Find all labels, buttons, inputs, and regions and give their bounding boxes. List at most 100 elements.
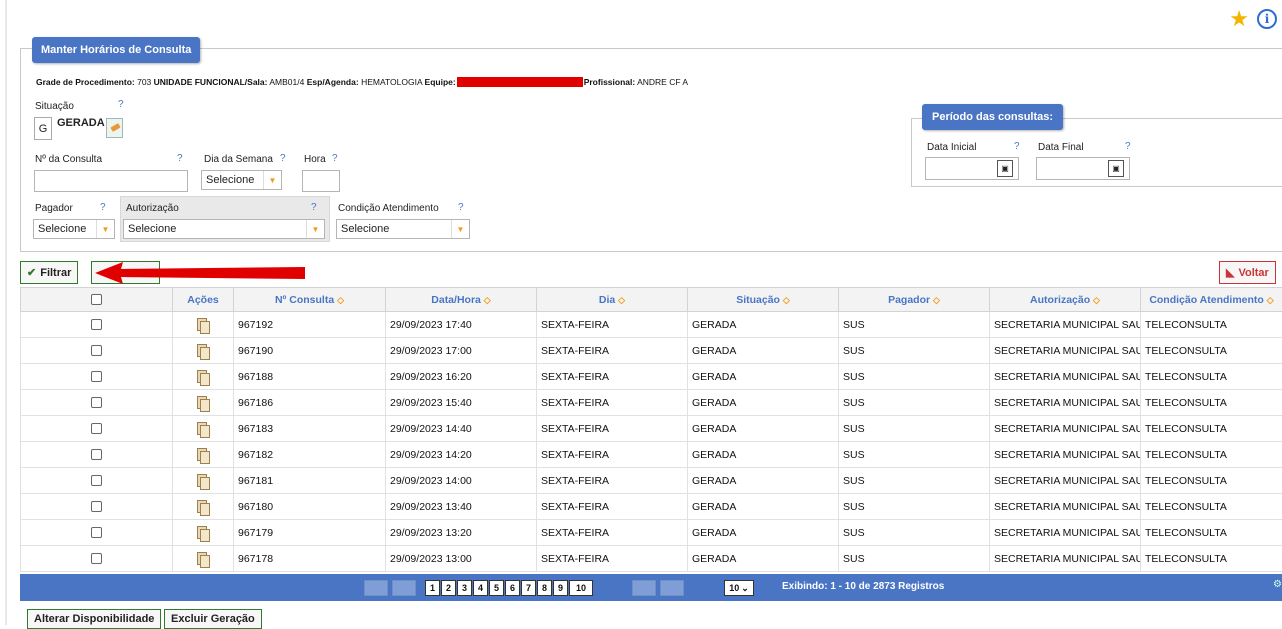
condicao-cell: TELECONSULTA (1141, 520, 1282, 546)
table-row[interactable]: 96718329/09/2023 14:40SEXTA-FEIRAGERADAS… (21, 416, 1282, 442)
table-row[interactable]: 96719029/09/2023 17:00SEXTA-FEIRAGERADAS… (21, 338, 1282, 364)
select-all-checkbox[interactable] (91, 294, 102, 305)
row-checkbox[interactable] (91, 527, 102, 538)
row-checkbox[interactable] (91, 475, 102, 486)
page-10-button[interactable]: 10 (569, 580, 593, 596)
copy-document-icon[interactable] (197, 526, 209, 540)
select-cell (21, 364, 173, 390)
header-autorizacao[interactable]: Autorização ◇ (990, 288, 1141, 312)
autorizacao-cell: SECRETARIA MUNICIPAL SAU (990, 442, 1141, 468)
situacao-code-field[interactable]: G (34, 117, 52, 140)
table-row[interactable]: 96718029/09/2023 13:40SEXTA-FEIRAGERADAS… (21, 494, 1282, 520)
condicao-cell: TELECONSULTA (1141, 546, 1282, 572)
page-size-select[interactable]: 10 ⌄ (724, 580, 754, 596)
page-7-button[interactable]: 7 (521, 580, 536, 596)
calendar-icon[interactable]: ▣ (1108, 160, 1124, 177)
hora-input[interactable] (302, 170, 340, 192)
hora-help-icon[interactable]: ? (332, 153, 338, 164)
dia-semana-select[interactable]: Selecione ▼ (201, 170, 282, 190)
data-final-help-icon[interactable]: ? (1125, 141, 1131, 152)
n-consulta-input[interactable] (34, 170, 188, 192)
pagador-cell: SUS (839, 442, 990, 468)
last-page-button[interactable] (660, 580, 684, 596)
autorizacao-select[interactable]: Selecione ▼ (123, 219, 325, 239)
row-checkbox[interactable] (91, 423, 102, 434)
pagador-cell: SUS (839, 468, 990, 494)
copy-document-icon[interactable] (197, 396, 209, 410)
info-icon[interactable]: i (1257, 9, 1277, 29)
row-checkbox[interactable] (91, 449, 102, 460)
page-5-button[interactable]: 5 (489, 580, 504, 596)
next-page-button[interactable] (632, 580, 656, 596)
row-checkbox[interactable] (91, 345, 102, 356)
row-checkbox[interactable] (91, 501, 102, 512)
situacao-label: Situação (35, 101, 74, 112)
table-row[interactable]: 96718629/09/2023 15:40SEXTA-FEIRAGERADAS… (21, 390, 1282, 416)
row-checkbox[interactable] (91, 371, 102, 382)
copy-document-icon[interactable] (197, 448, 209, 462)
copy-document-icon[interactable] (197, 344, 209, 358)
header-situacao[interactable]: Situação ◇ (688, 288, 839, 312)
condicao-cell: TELECONSULTA (1141, 494, 1282, 520)
copy-document-icon[interactable] (197, 552, 209, 566)
filtrar-button[interactable]: ✔ Filtrar (20, 261, 78, 284)
consultas-table: Ações Nº Consulta ◇ Data/Hora ◇ Dia ◇ Si… (20, 287, 1282, 572)
condicao-select[interactable]: Selecione ▼ (336, 219, 470, 239)
table-row[interactable]: 96717829/09/2023 13:00SEXTA-FEIRAGERADAS… (21, 546, 1282, 572)
eraser-icon[interactable] (106, 118, 123, 138)
row-checkbox[interactable] (91, 319, 102, 330)
copy-document-icon[interactable] (197, 318, 209, 332)
header-data-hora[interactable]: Data/Hora ◇ (386, 288, 537, 312)
table-row[interactable]: 96717929/09/2023 13:20SEXTA-FEIRAGERADAS… (21, 520, 1282, 546)
data-inicial-help-icon[interactable]: ? (1014, 141, 1020, 152)
condicao-help-icon[interactable]: ? (458, 202, 464, 213)
header-condicao[interactable]: Condição Atendimento ◇ (1141, 288, 1282, 312)
header-dia[interactable]: Dia ◇ (537, 288, 688, 312)
page-8-button[interactable]: 8 (537, 580, 552, 596)
data-final-input[interactable]: ▣ (1036, 157, 1130, 180)
page-3-button[interactable]: 3 (457, 580, 472, 596)
header-acoes[interactable]: Ações (173, 288, 234, 312)
page-1-button[interactable]: 1 (425, 580, 440, 596)
dia-semana-help-icon[interactable]: ? (280, 153, 286, 164)
condicao-cell: TELECONSULTA (1141, 468, 1282, 494)
calendar-icon[interactable]: ▣ (997, 160, 1013, 177)
header-pagador[interactable]: Pagador ◇ (839, 288, 990, 312)
table-row[interactable]: 96718829/09/2023 16:20SEXTA-FEIRAGERADAS… (21, 364, 1282, 390)
table-row[interactable]: 96718229/09/2023 14:20SEXTA-FEIRAGERADAS… (21, 442, 1282, 468)
header-n-consulta[interactable]: Nº Consulta ◇ (234, 288, 386, 312)
page-9-button[interactable]: 9 (553, 580, 568, 596)
copy-document-icon[interactable] (197, 422, 209, 436)
situacao-help-icon[interactable]: ? (118, 99, 124, 110)
panel-title: Manter Horários de Consulta (32, 37, 200, 63)
favorite-star-icon[interactable]: ★ (1229, 8, 1249, 30)
autorizacao-help-icon[interactable]: ? (311, 202, 317, 213)
data-inicial-input[interactable]: ▣ (925, 157, 1019, 180)
page-2-button[interactable]: 2 (441, 580, 456, 596)
copy-document-icon[interactable] (197, 474, 209, 488)
n-consulta-cell: 967186 (234, 390, 386, 416)
pagador-select[interactable]: Selecione ▼ (33, 219, 115, 239)
row-checkbox[interactable] (91, 553, 102, 564)
page-4-button[interactable]: 4 (473, 580, 488, 596)
excluir-geracao-button[interactable]: Excluir Geração (164, 609, 262, 629)
situacao-cell: GERADA (688, 546, 839, 572)
prev-page-button[interactable] (392, 580, 416, 596)
page-6-button[interactable]: 6 (505, 580, 520, 596)
copy-document-icon[interactable] (197, 500, 209, 514)
select-all-header (21, 288, 173, 312)
pagador-help-icon[interactable]: ? (100, 202, 106, 213)
export-icon[interactable]: ⚙ (1273, 579, 1282, 590)
alterar-disponibilidade-button[interactable]: Alterar Disponibilidade (27, 609, 161, 629)
table-row[interactable]: 96718129/09/2023 14:00SEXTA-FEIRAGERADAS… (21, 468, 1282, 494)
copy-document-icon[interactable] (197, 370, 209, 384)
first-page-button[interactable] (364, 580, 388, 596)
table-row[interactable]: 96719229/09/2023 17:40SEXTA-FEIRAGERADAS… (21, 312, 1282, 338)
dia-cell: SEXTA-FEIRA (537, 364, 688, 390)
acoes-cell (173, 416, 234, 442)
voltar-button[interactable]: ◣ Voltar (1219, 261, 1276, 284)
dia-cell: SEXTA-FEIRA (537, 390, 688, 416)
row-checkbox[interactable] (91, 397, 102, 408)
n-consulta-help-icon[interactable]: ? (177, 153, 183, 164)
dia-cell: SEXTA-FEIRA (537, 520, 688, 546)
